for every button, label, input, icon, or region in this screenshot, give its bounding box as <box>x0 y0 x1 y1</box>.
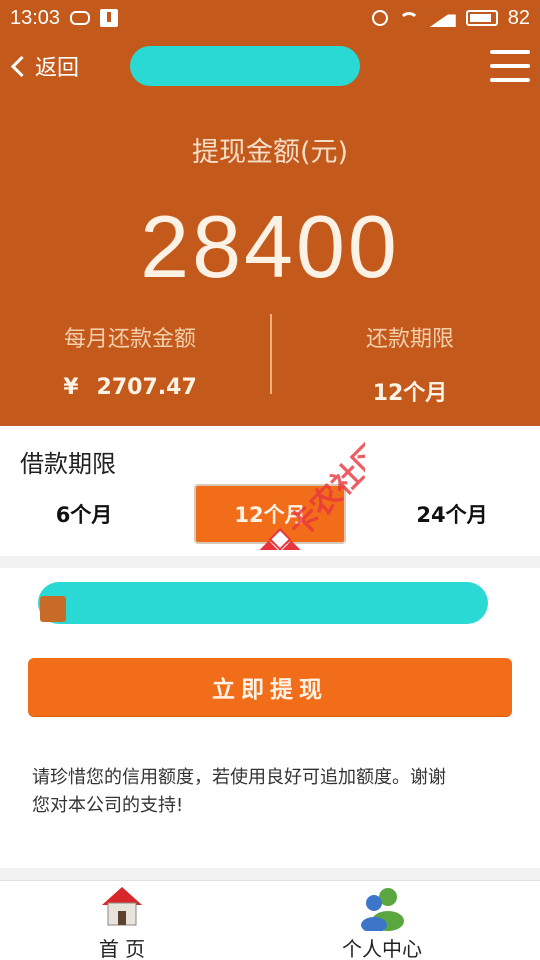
loan-term-title: 借款期限 <box>20 450 116 478</box>
upload-icon <box>100 9 119 27</box>
tab-home-label: 首 页 <box>98 937 146 960</box>
battery-icon <box>465 10 498 26</box>
status-bar: 13:03 82 <box>0 0 540 36</box>
amount-panel: 提现金额(元) 28400 每月还款金额 ¥2707.47 还款期限 12个月 <box>0 96 540 426</box>
withdraw-amount-value: 28400 <box>140 197 400 296</box>
battery-percent: 82 <box>507 6 530 29</box>
monthly-payment-label: 每月还款金额 <box>63 327 196 352</box>
credit-notice: 请珍惜您的信用额度，若使用良好可追加额度。谢谢 您对本公司的支持! <box>32 764 522 820</box>
nav-bar: 返回 <box>0 36 540 96</box>
withdraw-now-button[interactable]: 立即提现 <box>28 658 512 716</box>
column-divider <box>270 314 272 394</box>
tab-profile-label: 个人中心 <box>342 937 422 960</box>
menu-button[interactable] <box>490 50 530 82</box>
wifi-icon <box>398 10 420 26</box>
tab-home[interactable]: 首 页 <box>22 881 222 960</box>
users-icon <box>361 888 404 931</box>
withdraw-amount-label: 提现金额(元) <box>191 137 349 168</box>
monthly-payment-value: 2707.47 <box>96 375 197 400</box>
back-button[interactable]: 返回 <box>8 48 79 84</box>
term-option-24[interactable]: 24个月 <box>376 484 528 544</box>
screen: 13:03 82 返回 提现金额(元) 28400 每月还款金额 ¥ 2707.… <box>0 0 540 960</box>
status-right: 82 <box>371 0 530 36</box>
back-label: 返回 <box>35 56 80 81</box>
watermark-logo: 卡农社区 <box>258 435 365 550</box>
term-option-6[interactable]: 6个月 <box>8 484 160 544</box>
signal-icon <box>429 9 456 27</box>
credit-notice-line-1: 请珍惜您的信用额度，若使用良好可追加额度。谢谢 <box>32 767 446 788</box>
redacted-agreement <box>38 582 488 624</box>
home-icon <box>102 887 142 926</box>
monthly-payment-column: 每月还款金额 ¥2707.47 <box>0 321 260 400</box>
menu-icon <box>490 50 530 54</box>
agreement-checkbox[interactable] <box>40 596 66 622</box>
redacted-title <box>130 46 360 86</box>
bottom-tab-bar: 首 页 个人中心 <box>0 880 540 960</box>
repayment-term-label: 还款期限 <box>365 327 454 352</box>
form-section: 立即提现 请珍惜您的信用额度，若使用良好可追加额度。谢谢 您对本公司的支持! <box>0 568 540 868</box>
status-time: 13:03 <box>10 6 61 29</box>
monthly-payment-value-row: ¥2707.47 <box>0 375 260 400</box>
watermark-text: 卡农社区 <box>282 435 365 545</box>
repayment-term-column: 还款期限 12个月 <box>280 321 540 407</box>
tab-profile[interactable]: 个人中心 <box>282 881 482 960</box>
gamepad-icon <box>70 11 91 25</box>
credit-notice-line-2: 您对本公司的支持! <box>32 795 184 816</box>
currency-symbol: ¥ <box>63 375 79 400</box>
chevron-left-icon <box>10 55 33 77</box>
alarm-icon <box>371 10 388 26</box>
